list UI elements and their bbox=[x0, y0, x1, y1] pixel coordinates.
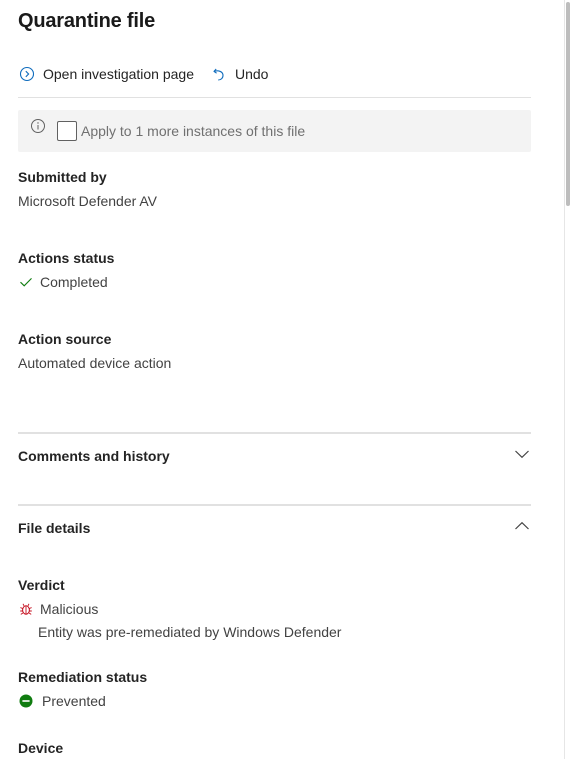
remediation-status-label: Remediation status bbox=[18, 669, 148, 685]
file-details-divider bbox=[18, 504, 531, 506]
action-source-value: Automated device action bbox=[18, 355, 172, 371]
comments-history-toggle[interactable]: Comments and history bbox=[18, 444, 531, 468]
device-label: Device bbox=[18, 740, 64, 756]
command-bar-divider bbox=[18, 97, 531, 98]
file-details-toggle[interactable]: File details bbox=[18, 516, 531, 540]
checkmark-icon bbox=[18, 274, 34, 290]
bug-icon bbox=[18, 601, 34, 617]
verdict-text: Malicious bbox=[40, 601, 99, 617]
comments-history-title: Comments and history bbox=[18, 448, 170, 464]
open-investigation-button[interactable]: Open investigation page bbox=[18, 65, 194, 83]
command-bar: Open investigation page Undo bbox=[18, 60, 284, 88]
apply-instances-label: Apply to 1 more instances of this file bbox=[81, 123, 306, 139]
remediation-status-value: Prevented bbox=[18, 693, 106, 709]
chevron-down-icon bbox=[513, 445, 531, 468]
comments-divider bbox=[18, 432, 531, 434]
actions-status-value: Completed bbox=[18, 274, 108, 290]
action-source-label: Action source bbox=[18, 331, 112, 347]
apply-instances-checkbox[interactable] bbox=[57, 121, 77, 141]
undo-button[interactable]: Undo bbox=[210, 65, 268, 83]
chevron-circle-right-icon bbox=[18, 65, 36, 83]
apply-instances-box: Apply to 1 more instances of this file bbox=[18, 110, 531, 152]
actions-status-text: Completed bbox=[40, 274, 108, 290]
actions-status-label: Actions status bbox=[18, 250, 115, 266]
quarantine-file-panel: Quarantine file Open investigation page … bbox=[0, 0, 564, 759]
verdict-label: Verdict bbox=[18, 577, 65, 593]
submitted-by-value: Microsoft Defender AV bbox=[18, 193, 158, 209]
undo-icon bbox=[210, 65, 228, 83]
submitted-by-label: Submitted by bbox=[18, 169, 107, 185]
blocked-circle-icon bbox=[18, 693, 34, 709]
verdict-note: Entity was pre-remediated by Windows Def… bbox=[38, 624, 342, 640]
chevron-up-icon bbox=[513, 517, 531, 540]
remediation-status-text: Prevented bbox=[42, 693, 106, 709]
panel-scrollbar-thumb[interactable] bbox=[566, 2, 570, 206]
panel-title: Quarantine file bbox=[18, 10, 156, 32]
info-icon bbox=[30, 118, 46, 139]
open-investigation-label: Open investigation page bbox=[43, 66, 194, 82]
verdict-value: Malicious bbox=[18, 601, 98, 617]
undo-label: Undo bbox=[235, 66, 269, 82]
file-details-title: File details bbox=[18, 520, 91, 536]
